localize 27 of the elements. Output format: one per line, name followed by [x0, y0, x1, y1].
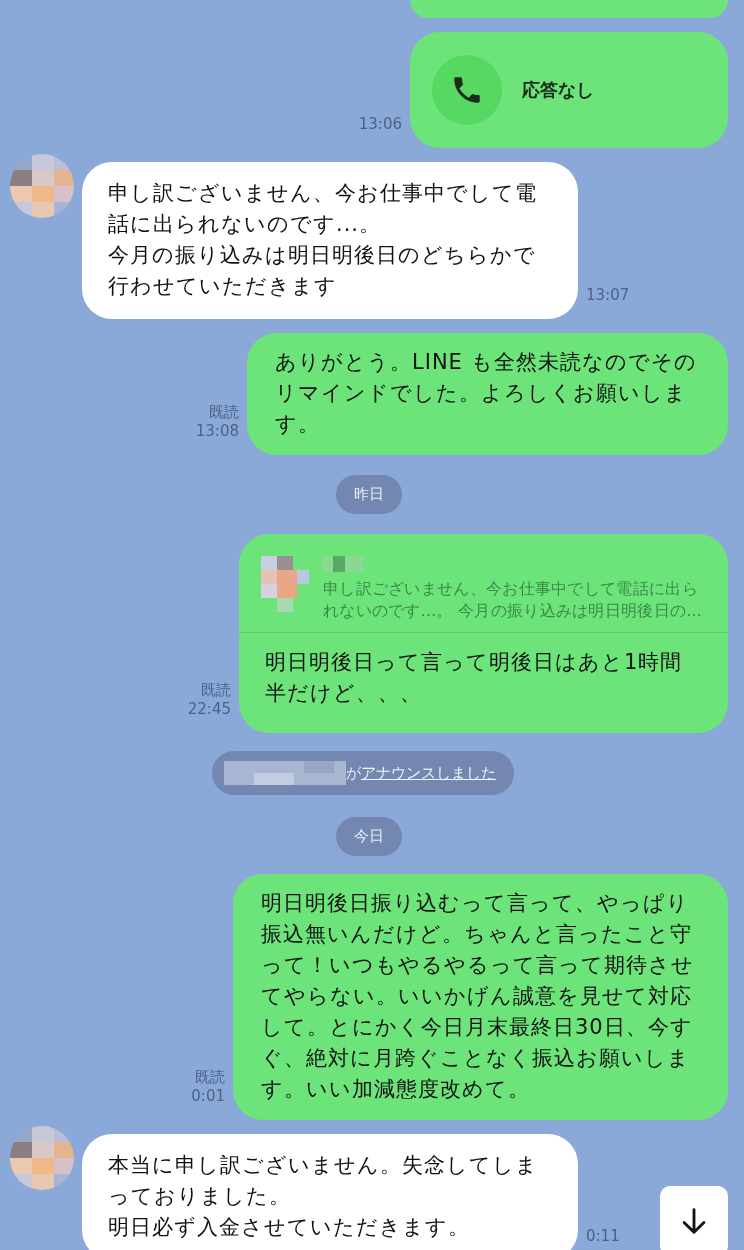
notice-text: が [346, 763, 361, 783]
message-text: 今月の振り込みは明日明後日のどちらかで行わせていただきます [108, 242, 537, 300]
timestamp: 13:08 [195, 422, 239, 441]
date-label: 今日 [336, 817, 402, 856]
avatar [10, 154, 74, 218]
timestamp: 0:01 [191, 1087, 225, 1106]
announcement-link[interactable]: アナウンスしました [361, 763, 496, 783]
message-text: 明日明後日って言って明後日はあと1時間半だけど、、、 [264, 649, 684, 707]
timestamp: 0:11 [586, 1227, 620, 1246]
message-text: ありがとう。LINE も全然未読なのでそのリマインドでした。よろしくお願いします。 [275, 349, 698, 438]
message-text: 明日必ず入金させていただきます。 [108, 1214, 471, 1241]
avatar [10, 1126, 74, 1190]
read-receipt: 既読 [195, 1068, 225, 1087]
timestamp: 22:45 [187, 700, 231, 719]
date-label: 昨日 [336, 475, 402, 514]
timestamp: 13:06 [358, 115, 402, 134]
read-receipt: 既読 [209, 403, 239, 422]
message-text: 明日明後日振り込むって言って、やっぱり振込無いんだけど。ちゃんと言ったこと守って！いつもやるやるって言って期待させてやらない。いいかげん誠意を見せて対応して。とにかく今日月末最終日30日、今すぐ、絶対に月跨ぐことなく振込お願いします。いい加減態度改めて。 [261, 890, 695, 1103]
message-text: 本当に申し訳ございません。失念してしまっておりました。 [108, 1152, 539, 1210]
quoted-message: 申し訳ございません、今お仕事中でして電話に出られないのです...。 今月の振り込みは明日明後日の… [323, 579, 703, 622]
call-status: 応答なし [522, 78, 594, 102]
read-receipt: 既読 [201, 681, 231, 700]
message-text: 申し訳ございません、今お仕事中でして電話に出られないのです...。 [108, 180, 538, 238]
timestamp: 13:07 [586, 286, 630, 305]
scroll-down-button[interactable] [660, 1186, 728, 1250]
avatar [261, 556, 309, 612]
redacted-name [323, 556, 363, 572]
